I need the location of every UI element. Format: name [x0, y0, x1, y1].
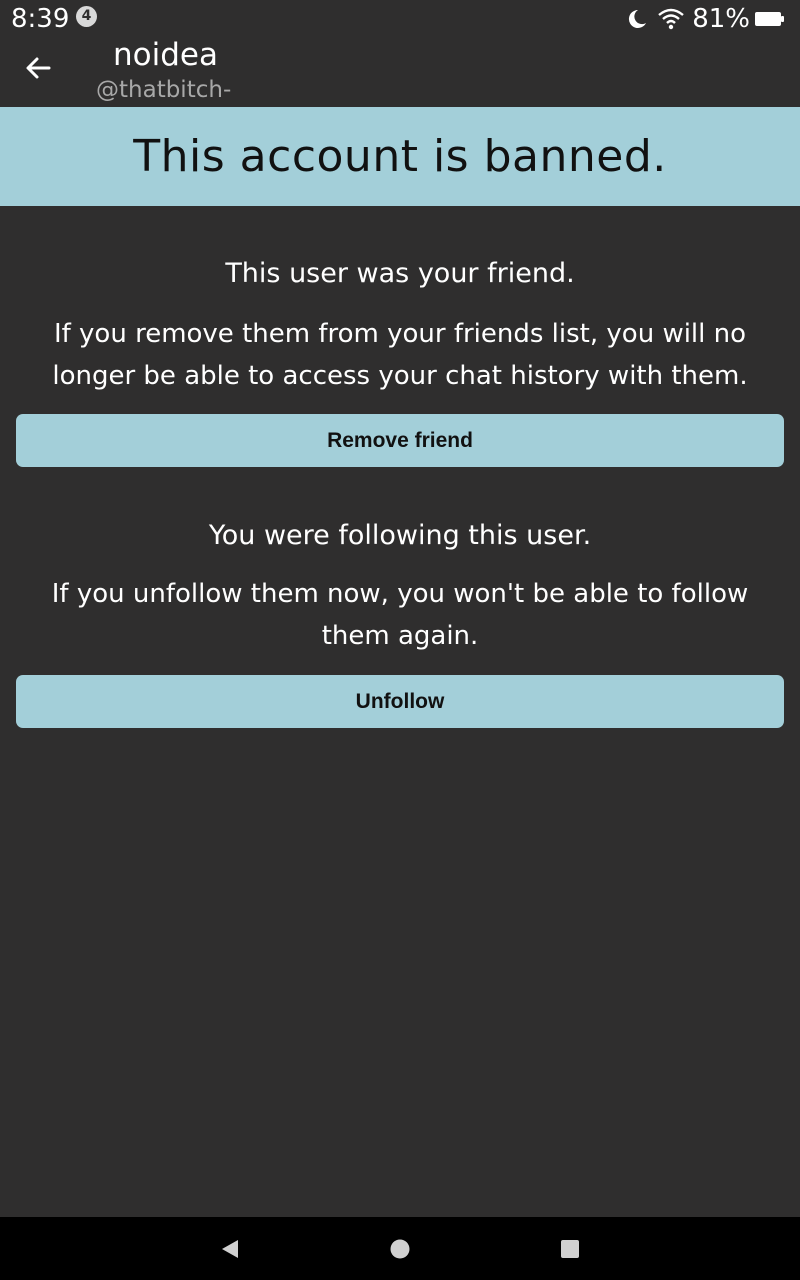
notification-count-badge: 4	[76, 6, 97, 27]
status-icons: 81%	[626, 4, 786, 34]
friend-status-heading: This user was your friend.	[225, 258, 575, 289]
friend-removal-warning: If you remove them from your friends lis…	[52, 319, 748, 391]
profile-username: @thatbitch-	[96, 77, 232, 103]
battery-percent: 81%	[692, 4, 750, 34]
unfollow-warning: If you unfollow them now, you won't be a…	[51, 579, 749, 651]
banned-message: This account is banned.	[133, 130, 667, 182]
battery-icon	[754, 10, 786, 28]
moon-icon	[626, 8, 648, 30]
unfollow-button[interactable]: Unfollow	[16, 675, 784, 728]
remove-friend-button[interactable]: Remove friend	[16, 414, 784, 467]
follow-status-heading: You were following this user.	[208, 520, 592, 551]
nav-back-icon[interactable]	[218, 1237, 242, 1261]
arrow-left-icon	[24, 54, 52, 86]
nav-recents-icon[interactable]	[558, 1237, 582, 1261]
banned-account-screen: 8:39 4 81% noidea @thatbitch- This accou…	[0, 0, 800, 1280]
wifi-icon	[658, 8, 684, 30]
status-bar: 8:39 4 81%	[0, 0, 800, 38]
system-nav-bar	[0, 1217, 800, 1280]
profile-display-name: noidea	[113, 37, 218, 73]
banned-banner: This account is banned.	[0, 107, 800, 206]
app-header: noidea @thatbitch-	[0, 38, 800, 107]
nav-home-icon[interactable]	[388, 1237, 412, 1261]
back-button[interactable]	[18, 50, 58, 90]
status-time: 8:39	[11, 4, 70, 34]
